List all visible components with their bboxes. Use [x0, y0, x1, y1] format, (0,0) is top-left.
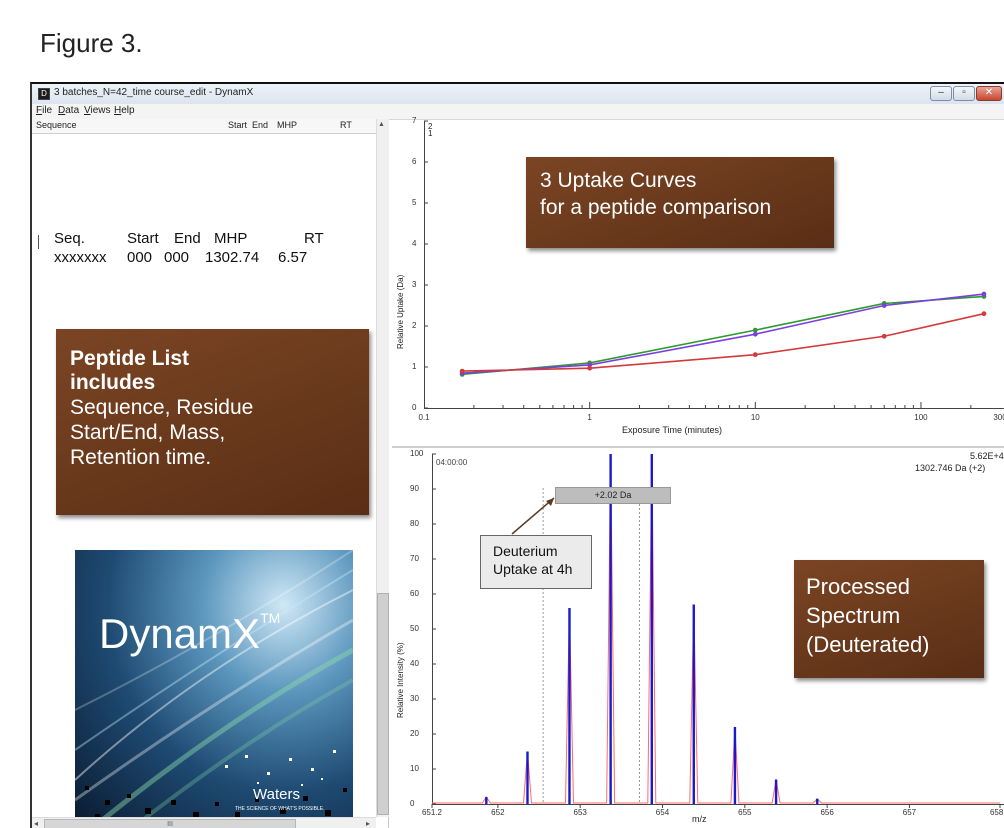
uptake-point	[587, 365, 593, 371]
row-marker	[38, 235, 39, 249]
peptide-list-body-3: Retention time.	[70, 446, 212, 469]
example-row-end[interactable]: 000	[164, 249, 189, 266]
processed-spectrum-annotation: Processed Spectrum (Deuterated)	[794, 560, 984, 678]
shift-arrow-icon	[511, 497, 555, 535]
menu-help[interactable]: Help	[114, 105, 135, 116]
peptide-list-pane: Sequence Start End MHP RT Seq. Start End…	[32, 119, 389, 828]
deuterium-callout-line1: Deuterium	[493, 543, 558, 559]
uptake-xlabel: Exposure Time (minutes)	[622, 425, 723, 435]
uptake-point	[881, 303, 887, 308]
menu-views[interactable]: Views	[84, 105, 111, 116]
scroll-left-arrow-icon[interactable]: ◂	[34, 819, 38, 828]
logo-tagline: THE SCIENCE OF WHAT'S POSSIBLE.	[235, 806, 325, 812]
example-header-end: End	[174, 230, 201, 247]
restore-button[interactable]: ▫	[953, 86, 975, 101]
example-row-rt[interactable]: 6.57	[278, 249, 307, 266]
menu-bar: File Data Views Help	[32, 104, 1004, 120]
spectrum-time-label: 04:00:00	[436, 458, 468, 467]
horizontal-scroll-thumb[interactable]: III	[44, 819, 296, 828]
peptide-list-body-1: Sequence, Residue	[70, 396, 254, 419]
minimize-button[interactable]: –	[930, 86, 952, 101]
deuterium-uptake-callout: Deuterium Uptake at 4h	[480, 535, 592, 589]
vertical-scrollbar[interactable]: ▲	[376, 119, 389, 817]
col-rt[interactable]: RT	[340, 120, 352, 130]
spectrum-annotation-line1: Processed	[806, 574, 910, 599]
uptake-point	[981, 291, 987, 297]
uptake-point	[881, 333, 887, 339]
deuterium-callout-line2: Uptake at 4h	[493, 561, 573, 577]
app-icon: D	[38, 88, 50, 100]
logo-light-streaks	[75, 550, 353, 826]
peptide-table-header: Sequence Start End MHP RT	[32, 119, 376, 134]
horizontal-scrollbar[interactable]: ◂ III ▸	[32, 817, 376, 828]
uptake-annotation-line1: 3 Uptake Curves	[540, 169, 697, 192]
uptake-plot-panel: Relative Uptake (Da) 01234567 0.1 1 10 100 3…	[392, 116, 1004, 447]
mass-shift-label: +2.02 Da	[555, 487, 671, 504]
uptake-curves-annotation: 3 Uptake Curves for a peptide comparison	[526, 157, 834, 248]
example-row-start[interactable]: 000	[127, 249, 152, 266]
uptake-series-line	[462, 312, 985, 372]
uptake-series-line	[462, 295, 985, 376]
spectrum-annotation-line3: (Deuterated)	[806, 632, 930, 657]
title-bar: D 3 batches_N=42_time course_edit - Dyna…	[32, 84, 1004, 105]
peptide-list-body-2: Start/End, Mass,	[70, 421, 226, 444]
spectrum-annotation-line2: Spectrum	[806, 603, 901, 628]
uptake-point	[752, 327, 758, 333]
spectrum-plot-panel: Relative Intensity (%) 0 10 20 30 40 50 60 70 80…	[392, 448, 1004, 828]
example-row-mhp[interactable]: 1302.74	[205, 249, 259, 266]
uptake-series-line	[462, 293, 985, 374]
peptide-list-annotation: Peptide List includes Sequence, Residue …	[56, 329, 369, 515]
example-header-seq: Seq.	[54, 230, 85, 247]
example-header-rt: RT	[304, 230, 324, 247]
close-button[interactable]: ✕	[976, 86, 1002, 101]
figure-title: Figure 3.	[40, 28, 143, 58]
uptake-point	[459, 368, 465, 374]
uptake-point	[981, 311, 987, 317]
uptake-point	[752, 331, 758, 337]
peptide-list-title-2: includes	[70, 371, 156, 394]
spectrum-mass-label: 1302.746 Da (+2)	[915, 463, 986, 473]
col-start[interactable]: Start	[228, 120, 247, 130]
spectrum-xlabel: m/z	[692, 814, 707, 824]
window-title: 3 batches_N=42_time course_edit - DynamX	[54, 87, 254, 98]
example-header-mhp: MHP	[214, 230, 248, 247]
scroll-up-arrow-icon[interactable]: ▲	[378, 121, 385, 128]
menu-data[interactable]: Data	[58, 105, 79, 116]
logo-company: Waters	[253, 786, 300, 803]
example-header-start: Start	[127, 230, 159, 247]
peptide-list-title: Peptide List	[70, 347, 190, 370]
scroll-right-arrow-icon[interactable]: ▸	[366, 819, 370, 828]
col-end[interactable]: End	[252, 120, 268, 130]
spectrum-intensity-label: 5.62E+4	[970, 451, 1004, 461]
logo-brand: DynamXTM	[99, 610, 281, 657]
col-mhp[interactable]: MHP	[277, 120, 297, 130]
dynamx-logo-image: DynamXTM Waters THE SCIENCE OF WHAT'S PO…	[75, 550, 353, 826]
dynamx-window: D 3 batches_N=42_time course_edit - Dyna…	[30, 82, 1004, 828]
uptake-point	[752, 352, 758, 358]
vertical-scroll-thumb[interactable]	[377, 593, 389, 815]
menu-file[interactable]: File	[36, 105, 52, 116]
uptake-annotation-line2: for a peptide comparison	[540, 196, 772, 219]
col-sequence[interactable]: Sequence	[36, 120, 77, 130]
example-row-seq[interactable]: xxxxxxx	[54, 249, 107, 266]
